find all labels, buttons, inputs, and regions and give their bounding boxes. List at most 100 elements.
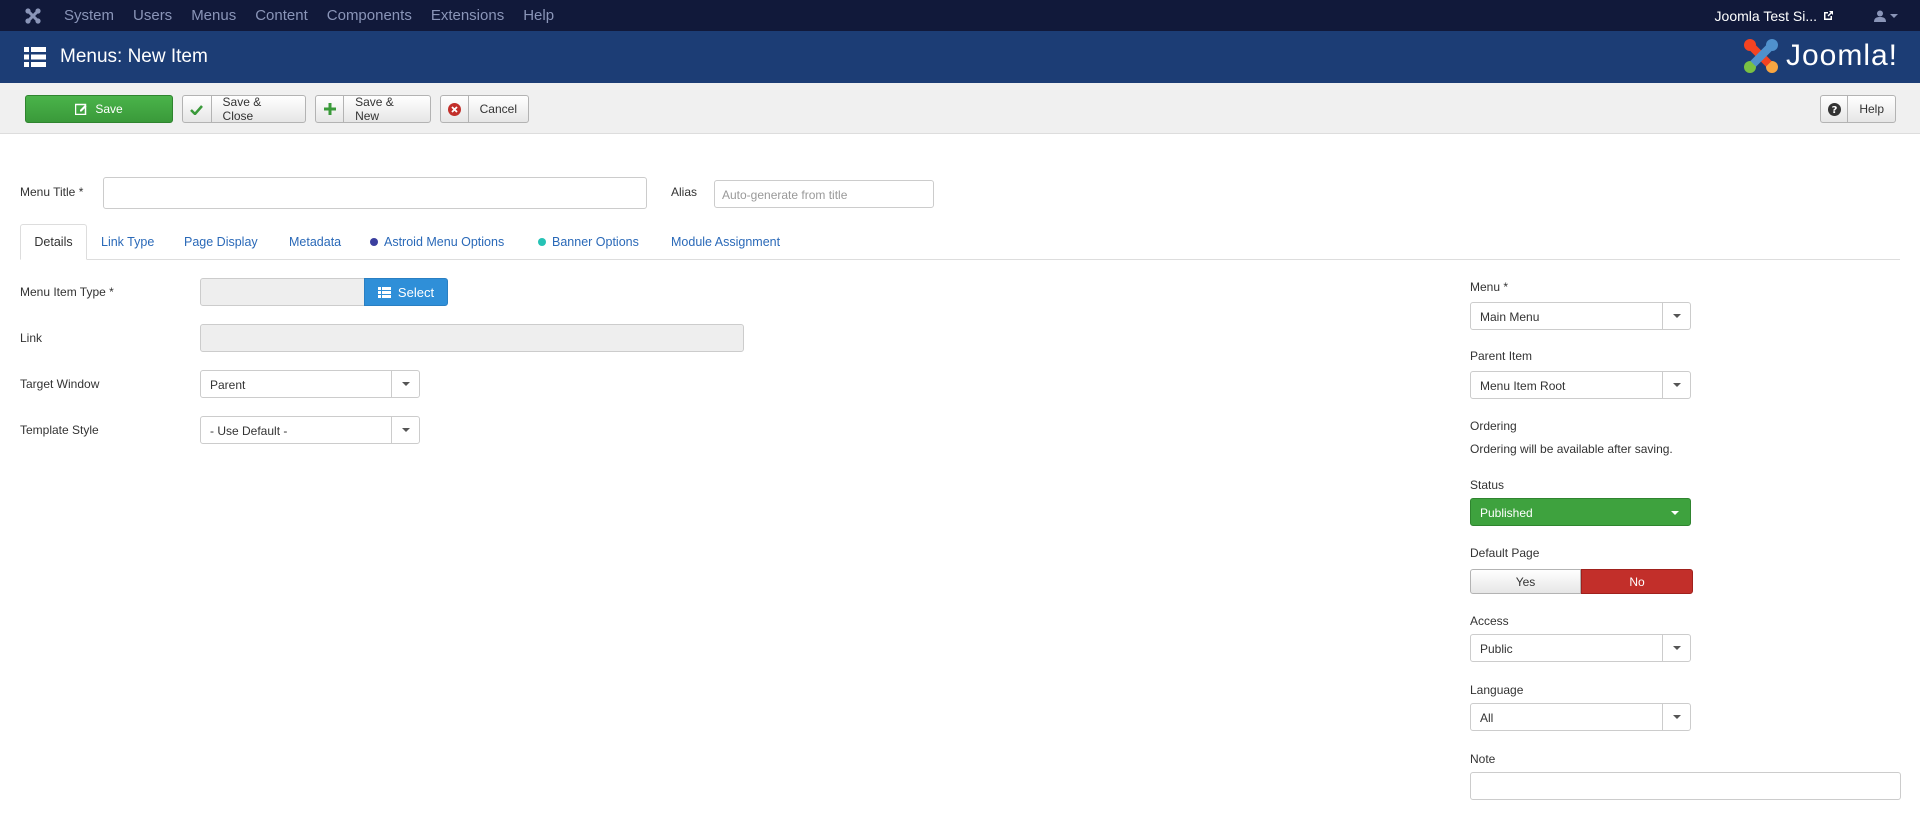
template-style-select[interactable]: - Use Default -	[200, 416, 420, 444]
cancel-label: Cancel	[479, 102, 517, 116]
tab-link-type-label: Link Type	[101, 235, 155, 249]
user-icon	[1874, 10, 1886, 22]
svg-text:?: ?	[1831, 105, 1837, 116]
status-value: Published	[1480, 506, 1533, 520]
alias-label: Alias	[671, 185, 698, 199]
link-input	[200, 324, 744, 352]
menu-item-type-label: Menu Item Type *	[20, 285, 114, 299]
external-link-icon	[1824, 11, 1833, 20]
plus-icon	[316, 96, 345, 122]
tab-banner-options[interactable]: Banner Options	[538, 224, 639, 260]
joomla-logo-icon[interactable]	[10, 0, 56, 31]
tab-link-type[interactable]: Link Type	[101, 224, 154, 260]
save-close-label: Save & Close	[222, 95, 262, 123]
menu-item-type-input	[200, 278, 365, 306]
menu-label: Menu *	[1470, 280, 1509, 294]
default-page-yes[interactable]: Yes	[1470, 569, 1581, 594]
topnav-components[interactable]: Components	[327, 7, 412, 24]
access-select[interactable]: Public	[1470, 634, 1691, 662]
tab-details-label: Details	[34, 235, 73, 249]
tab-module-assignment[interactable]: Module Assignment	[671, 224, 780, 260]
list-icon	[24, 47, 46, 67]
save-close-button[interactable]: Save & Close	[182, 95, 306, 123]
joomla-logo: Joomla!	[1742, 37, 1898, 75]
banner-dot-icon	[538, 238, 546, 246]
select-button-label: Select	[397, 284, 435, 300]
menu-select[interactable]: Main Menu	[1470, 302, 1691, 330]
note-input[interactable]	[1470, 772, 1901, 800]
status-select[interactable]: Published	[1470, 498, 1691, 526]
tab-bar: Details Link Type Page Display Metadata …	[20, 224, 1900, 260]
cancel-button[interactable]: Cancel	[440, 95, 529, 123]
save-label: Save	[95, 102, 123, 116]
chevron-down-icon	[1662, 635, 1690, 661]
page-title: Menus: New Item	[60, 46, 208, 67]
template-style-value: - Use Default -	[210, 424, 288, 438]
site-link[interactable]: Joomla Test Si...	[1715, 8, 1834, 24]
save-new-button[interactable]: Save & New	[315, 95, 431, 123]
chevron-down-icon	[391, 417, 419, 443]
parent-item-select[interactable]: Menu Item Root	[1470, 371, 1691, 399]
access-label: Access	[1470, 614, 1509, 628]
menu-title-label: Menu Title *	[20, 185, 84, 199]
tab-page-display[interactable]: Page Display	[184, 224, 258, 260]
help-button[interactable]: ? Help	[1820, 95, 1896, 123]
default-page-toggle: Yes No	[1470, 569, 1693, 594]
alias-input[interactable]: Auto-generate from title	[714, 180, 934, 208]
joomla-logo-text: Joomla!	[1785, 39, 1898, 72]
parent-item-value: Menu Item Root	[1480, 379, 1566, 393]
ordering-label: Ordering	[1470, 419, 1517, 433]
user-menu[interactable]	[1874, 10, 1898, 22]
tab-astroid-menu-options[interactable]: Astroid Menu Options	[370, 224, 504, 260]
language-label: Language	[1470, 683, 1524, 697]
astroid-dot-icon	[370, 238, 378, 246]
status-label: Status	[1470, 478, 1505, 492]
language-select[interactable]: All	[1470, 703, 1691, 731]
tab-metadata-label: Metadata	[289, 235, 342, 249]
default-page-label: Default Page	[1470, 546, 1540, 560]
select-button[interactable]: Select	[364, 278, 448, 306]
alias-placeholder: Auto-generate from title	[722, 188, 848, 202]
chevron-down-icon	[1671, 511, 1679, 515]
topnav-users[interactable]: Users	[133, 7, 172, 24]
tab-module-assignment-label: Module Assignment	[671, 235, 781, 249]
menu-value: Main Menu	[1480, 310, 1540, 324]
target-window-select[interactable]: Parent	[200, 370, 420, 398]
question-icon: ?	[1821, 96, 1849, 122]
topnav-system[interactable]: System	[64, 7, 114, 24]
chevron-down-icon	[1662, 372, 1690, 398]
save-new-label: Save & New	[355, 95, 394, 123]
check-icon	[183, 96, 212, 122]
topnav-extensions[interactable]: Extensions	[431, 7, 504, 24]
edit-icon	[75, 103, 87, 115]
joomla-brand-icon	[1743, 39, 1778, 73]
chevron-down-icon	[1662, 303, 1690, 329]
chevron-down-icon	[391, 371, 419, 397]
tab-astroid-menu-options-label: Astroid Menu Options	[384, 235, 505, 249]
topnav-content[interactable]: Content	[255, 7, 308, 24]
tab-metadata[interactable]: Metadata	[289, 224, 341, 260]
tab-details[interactable]: Details	[20, 224, 87, 260]
toolbar: Save Save & Close Save & New Cancel ? He…	[0, 83, 1920, 134]
save-button[interactable]: Save	[25, 95, 173, 123]
page-header: Menus: New Item Joomla!	[0, 31, 1920, 83]
access-value: Public	[1480, 642, 1513, 656]
tab-banner-options-label: Banner Options	[552, 235, 639, 249]
menu-title-input[interactable]	[103, 177, 647, 209]
topnav-menus[interactable]: Menus	[191, 7, 236, 24]
top-menu: System Users Menus Content Components Ex…	[64, 0, 573, 31]
target-window-label: Target Window	[20, 377, 100, 391]
default-page-no[interactable]: No	[1581, 569, 1693, 594]
tab-page-display-label: Page Display	[184, 235, 258, 249]
template-style-label: Template Style	[20, 423, 99, 437]
parent-item-label: Parent Item	[1470, 349, 1533, 363]
site-link-label: Joomla Test Si...	[1714, 7, 1817, 24]
language-value: All	[1480, 711, 1494, 725]
chevron-down-icon	[1662, 704, 1690, 730]
cancel-icon	[441, 96, 469, 122]
note-label: Note	[1470, 752, 1496, 766]
list-icon	[377, 286, 391, 298]
help-label: Help	[1859, 102, 1884, 116]
topnav-help[interactable]: Help	[523, 7, 554, 24]
caret-down-icon	[1890, 13, 1898, 18]
